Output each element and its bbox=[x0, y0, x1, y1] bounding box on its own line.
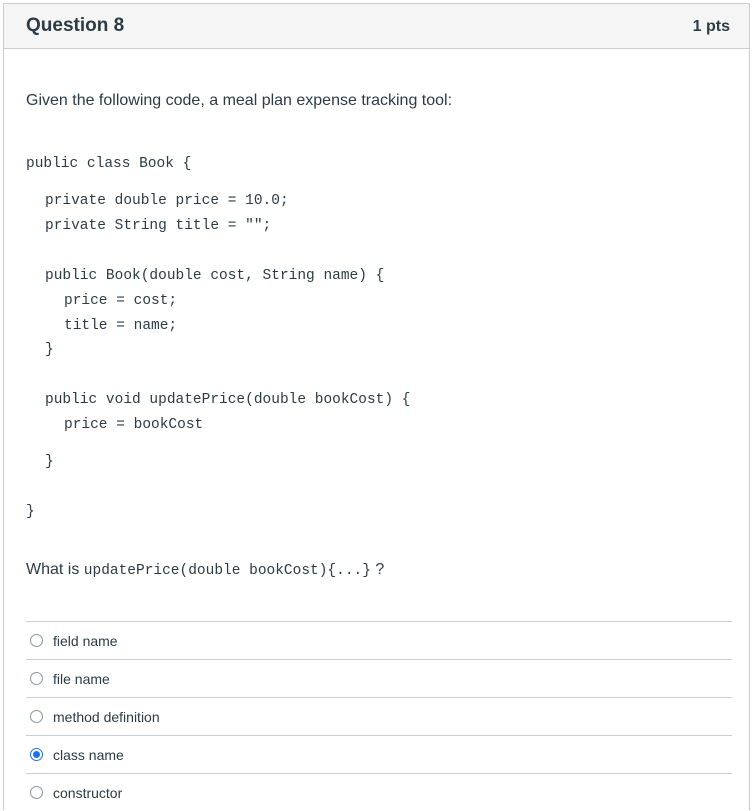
radio-button-selected[interactable] bbox=[30, 748, 43, 761]
answer-label[interactable]: method definition bbox=[53, 709, 160, 725]
question-prompt: What is updatePrice(double bookCost){...… bbox=[26, 561, 384, 579]
code-line: public void updatePrice(double bookCost)… bbox=[45, 390, 410, 410]
answer-option-method-definition[interactable]: method definition bbox=[26, 697, 732, 735]
code-line: } bbox=[45, 452, 54, 472]
code-line: public Book(double cost, String name) { bbox=[45, 266, 384, 286]
answer-label[interactable]: constructor bbox=[53, 785, 122, 801]
question-points: 1 pts bbox=[693, 18, 730, 36]
prompt-suffix: ? bbox=[371, 561, 384, 578]
answer-label[interactable]: field name bbox=[53, 633, 118, 649]
code-line: private String title = ""; bbox=[45, 216, 271, 236]
answer-option-field-name[interactable]: field name bbox=[26, 621, 732, 659]
question-header: Question 8 1 pts bbox=[4, 4, 749, 49]
code-line: public class Book { bbox=[26, 154, 191, 174]
answer-label[interactable]: class name bbox=[53, 747, 124, 763]
radio-button[interactable] bbox=[30, 634, 43, 647]
code-line: price = bookCost bbox=[64, 415, 203, 435]
radio-button[interactable] bbox=[30, 710, 43, 723]
question-card: Question 8 1 pts Given the following cod… bbox=[3, 3, 750, 810]
question-intro: Given the following code, a meal plan ex… bbox=[26, 92, 452, 110]
radio-button[interactable] bbox=[30, 786, 43, 799]
code-line: } bbox=[45, 340, 54, 360]
code-line: price = cost; bbox=[64, 291, 177, 311]
code-line: title = name; bbox=[64, 316, 177, 336]
answer-label[interactable]: file name bbox=[53, 671, 110, 687]
answer-option-constructor[interactable]: constructor bbox=[26, 773, 732, 811]
answer-option-class-name[interactable]: class name bbox=[26, 735, 732, 773]
answer-list: field name file name method definition c… bbox=[26, 621, 732, 811]
prompt-prefix: What is bbox=[26, 561, 84, 578]
answer-option-file-name[interactable]: file name bbox=[26, 659, 732, 697]
question-title: Question 8 bbox=[26, 15, 124, 37]
code-line: } bbox=[26, 502, 35, 522]
code-line: private double price = 10.0; bbox=[45, 191, 289, 211]
prompt-code: updatePrice(double bookCost){...} bbox=[84, 563, 371, 579]
radio-button[interactable] bbox=[30, 672, 43, 685]
